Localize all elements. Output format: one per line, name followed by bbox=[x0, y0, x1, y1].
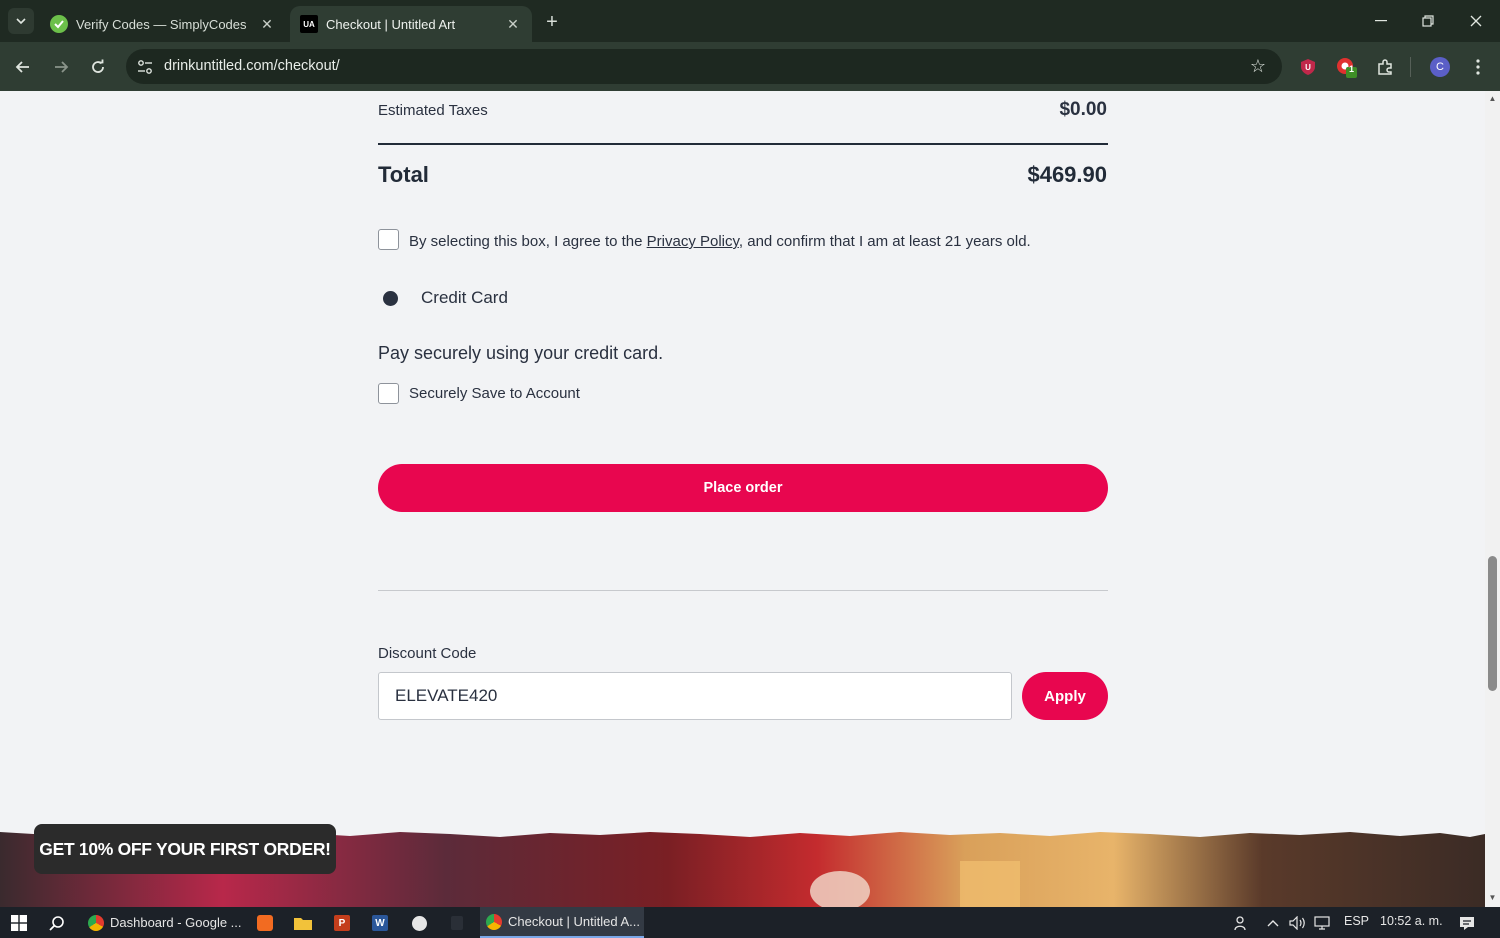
untitled-art-favicon-icon: UA bbox=[300, 15, 318, 33]
agreement-text-after: , and confirm that I am at least 21 year… bbox=[738, 233, 1031, 250]
discount-code-input[interactable]: ELEVATE420 bbox=[378, 672, 1012, 720]
browser-tab-bar: Verify Codes — SimplyCodes ✕ UA Checkout… bbox=[0, 0, 1500, 42]
restore-icon bbox=[1422, 15, 1434, 27]
simplycodes-favicon-icon bbox=[50, 15, 68, 33]
agreement-text-before: By selecting this box, I agree to the bbox=[409, 233, 647, 250]
scroll-down-icon[interactable]: ▼ bbox=[1488, 893, 1497, 902]
dark-app-icon[interactable] bbox=[446, 912, 468, 934]
site-settings-icon[interactable] bbox=[136, 58, 154, 76]
close-icon bbox=[1470, 15, 1482, 27]
profile-initial: C bbox=[1430, 57, 1450, 77]
url-text: drinkuntitled.com/checkout/ bbox=[164, 58, 340, 74]
taskbar-app-dashboard[interactable]: Dashboard - Google ... bbox=[82, 907, 242, 938]
reload-icon bbox=[92, 59, 104, 73]
credit-card-label[interactable]: Credit Card bbox=[421, 288, 508, 308]
close-window-button[interactable] bbox=[1453, 0, 1499, 42]
save-to-account-checkbox[interactable] bbox=[378, 383, 399, 404]
section-divider bbox=[378, 590, 1108, 591]
new-tab-button[interactable]: + bbox=[540, 10, 564, 34]
chevron-up-icon[interactable] bbox=[1262, 912, 1284, 934]
scrollbar-thumb[interactable] bbox=[1488, 556, 1497, 691]
place-order-button[interactable]: Place order bbox=[378, 464, 1108, 512]
people-icon[interactable] bbox=[1231, 912, 1253, 934]
powerpoint-icon[interactable]: P bbox=[331, 912, 353, 934]
tab-simplycodes[interactable]: Verify Codes — SimplyCodes ✕ bbox=[40, 6, 286, 42]
tab-search-button[interactable] bbox=[8, 8, 34, 34]
age-privacy-checkbox[interactable] bbox=[378, 229, 399, 250]
word-icon[interactable]: W bbox=[369, 912, 391, 934]
arrow-left-icon bbox=[15, 61, 29, 73]
taskbar-app-checkout[interactable]: Checkout | Untitled A... bbox=[480, 907, 644, 938]
toolbar-separator bbox=[1410, 57, 1411, 77]
profile-avatar[interactable]: C bbox=[1429, 56, 1451, 78]
apply-discount-button[interactable]: Apply bbox=[1022, 672, 1108, 720]
extension-badge: 1 bbox=[1349, 64, 1355, 74]
back-button[interactable] bbox=[10, 54, 36, 80]
privacy-policy-link[interactable]: Privacy Policy bbox=[647, 233, 739, 250]
tab-checkout[interactable]: UA Checkout | Untitled Art ✕ bbox=[290, 6, 532, 42]
discount-code-label: Discount Code bbox=[378, 645, 477, 662]
file-explorer-icon[interactable] bbox=[292, 912, 314, 934]
credit-card-radio[interactable] bbox=[383, 291, 398, 306]
extensions-puzzle-icon[interactable] bbox=[1374, 56, 1396, 78]
first-order-promo-button[interactable]: GET 10% OFF YOUR FIRST ORDER! bbox=[34, 824, 336, 874]
search-icon[interactable] bbox=[46, 912, 68, 934]
chrome-icon bbox=[88, 914, 104, 931]
address-bar[interactable]: drinkuntitled.com/checkout/ ☆ bbox=[126, 49, 1282, 84]
input-language[interactable]: ESP bbox=[1344, 914, 1369, 928]
system-clock[interactable]: 10:52 a. m. bbox=[1380, 914, 1443, 928]
simplycodes-extension-icon[interactable]: 1 bbox=[1335, 56, 1357, 78]
total-divider bbox=[378, 143, 1108, 145]
checkout-page: Estimated Taxes $0.00 Total $469.90 By s… bbox=[0, 91, 1485, 907]
tab-title: Checkout | Untitled Art bbox=[326, 16, 456, 32]
reload-button[interactable] bbox=[85, 54, 111, 80]
browser-toolbar: drinkuntitled.com/checkout/ ☆ U 1 C bbox=[0, 42, 1500, 91]
discount-code-value: ELEVATE420 bbox=[395, 686, 498, 705]
volume-icon[interactable] bbox=[1287, 912, 1309, 934]
windows-start-icon[interactable] bbox=[8, 912, 30, 934]
tab-title: Verify Codes — SimplyCodes bbox=[76, 16, 247, 32]
taskbar-app-label: Dashboard - Google ... bbox=[110, 915, 242, 930]
arrow-right-icon bbox=[55, 61, 69, 73]
total-label: Total bbox=[378, 162, 429, 187]
ublock-extension-icon[interactable]: U bbox=[1297, 56, 1319, 78]
taskbar-app-label: Checkout | Untitled A... bbox=[508, 914, 640, 929]
chevron-down-icon bbox=[16, 18, 26, 25]
payment-description: Pay securely using your credit card. bbox=[378, 343, 664, 363]
chat-app-icon[interactable] bbox=[408, 912, 430, 934]
save-to-account-label[interactable]: Securely Save to Account bbox=[409, 385, 580, 402]
restore-window-button[interactable] bbox=[1405, 0, 1451, 42]
scroll-up-icon[interactable]: ▲ bbox=[1488, 94, 1497, 103]
forward-button[interactable] bbox=[48, 54, 74, 80]
bookmark-star-icon[interactable]: ☆ bbox=[1250, 56, 1266, 77]
agreement-text: By selecting this box, I agree to the Pr… bbox=[409, 233, 1031, 250]
total-value: $469.90 bbox=[1027, 162, 1107, 187]
windows-taskbar: Dashboard - Google ... P W Checkout | Un… bbox=[0, 907, 1500, 938]
close-tab-icon[interactable]: ✕ bbox=[258, 15, 276, 33]
svg-text:U: U bbox=[1305, 63, 1311, 72]
minimize-window-button[interactable] bbox=[1358, 0, 1404, 42]
estimated-taxes-label: Estimated Taxes bbox=[378, 102, 488, 119]
close-tab-icon[interactable]: ✕ bbox=[504, 15, 522, 33]
network-icon[interactable] bbox=[1312, 912, 1334, 934]
estimated-taxes-value: $0.00 bbox=[1059, 99, 1107, 120]
minimize-icon bbox=[1375, 20, 1387, 22]
page-scrollbar[interactable]: ▲ ▼ bbox=[1485, 91, 1500, 907]
chrome-icon bbox=[486, 913, 502, 930]
orange-app-icon[interactable] bbox=[254, 912, 276, 934]
notifications-icon[interactable] bbox=[1456, 912, 1478, 934]
browser-menu-icon[interactable] bbox=[1467, 56, 1489, 78]
